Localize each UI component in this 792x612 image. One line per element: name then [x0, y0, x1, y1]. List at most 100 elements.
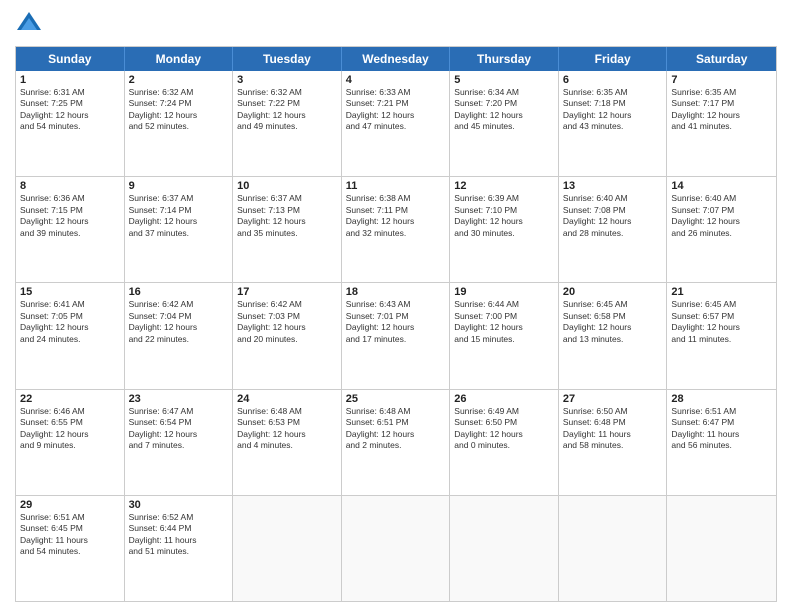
calendar-cell: 23Sunrise: 6:47 AMSunset: 6:54 PMDayligh… — [125, 390, 234, 495]
page: SundayMondayTuesdayWednesdayThursdayFrid… — [0, 0, 792, 612]
calendar-cell: 6Sunrise: 6:35 AMSunset: 7:18 PMDaylight… — [559, 71, 668, 176]
cell-info: Sunrise: 6:50 AMSunset: 6:48 PMDaylight:… — [563, 406, 663, 452]
cell-info: Sunrise: 6:42 AMSunset: 7:03 PMDaylight:… — [237, 299, 337, 345]
cell-info: Sunrise: 6:32 AMSunset: 7:22 PMDaylight:… — [237, 87, 337, 133]
calendar-cell: 22Sunrise: 6:46 AMSunset: 6:55 PMDayligh… — [16, 390, 125, 495]
cell-info: Sunrise: 6:35 AMSunset: 7:17 PMDaylight:… — [671, 87, 772, 133]
calendar-header: SundayMondayTuesdayWednesdayThursdayFrid… — [16, 47, 776, 71]
cell-info: Sunrise: 6:48 AMSunset: 6:51 PMDaylight:… — [346, 406, 446, 452]
cell-info: Sunrise: 6:44 AMSunset: 7:00 PMDaylight:… — [454, 299, 554, 345]
day-number: 28 — [671, 393, 772, 405]
day-number: 14 — [671, 180, 772, 192]
calendar-cell — [342, 496, 451, 601]
day-number: 7 — [671, 74, 772, 86]
logo-icon — [15, 10, 43, 38]
calendar-cell: 5Sunrise: 6:34 AMSunset: 7:20 PMDaylight… — [450, 71, 559, 176]
calendar-cell: 28Sunrise: 6:51 AMSunset: 6:47 PMDayligh… — [667, 390, 776, 495]
day-number: 3 — [237, 74, 337, 86]
weekday-header: Friday — [559, 47, 668, 71]
weekday-header: Monday — [125, 47, 234, 71]
day-number: 19 — [454, 286, 554, 298]
calendar-cell: 21Sunrise: 6:45 AMSunset: 6:57 PMDayligh… — [667, 283, 776, 388]
day-number: 22 — [20, 393, 120, 405]
calendar-row: 1Sunrise: 6:31 AMSunset: 7:25 PMDaylight… — [16, 71, 776, 177]
cell-info: Sunrise: 6:46 AMSunset: 6:55 PMDaylight:… — [20, 406, 120, 452]
cell-info: Sunrise: 6:31 AMSunset: 7:25 PMDaylight:… — [20, 87, 120, 133]
cell-info: Sunrise: 6:52 AMSunset: 6:44 PMDaylight:… — [129, 512, 229, 558]
cell-info: Sunrise: 6:45 AMSunset: 6:58 PMDaylight:… — [563, 299, 663, 345]
weekday-header: Wednesday — [342, 47, 451, 71]
calendar-cell: 2Sunrise: 6:32 AMSunset: 7:24 PMDaylight… — [125, 71, 234, 176]
cell-info: Sunrise: 6:49 AMSunset: 6:50 PMDaylight:… — [454, 406, 554, 452]
day-number: 20 — [563, 286, 663, 298]
cell-info: Sunrise: 6:39 AMSunset: 7:10 PMDaylight:… — [454, 193, 554, 239]
calendar-cell: 20Sunrise: 6:45 AMSunset: 6:58 PMDayligh… — [559, 283, 668, 388]
calendar-cell: 27Sunrise: 6:50 AMSunset: 6:48 PMDayligh… — [559, 390, 668, 495]
calendar-cell: 7Sunrise: 6:35 AMSunset: 7:17 PMDaylight… — [667, 71, 776, 176]
cell-info: Sunrise: 6:42 AMSunset: 7:04 PMDaylight:… — [129, 299, 229, 345]
cell-info: Sunrise: 6:40 AMSunset: 7:07 PMDaylight:… — [671, 193, 772, 239]
calendar-cell: 12Sunrise: 6:39 AMSunset: 7:10 PMDayligh… — [450, 177, 559, 282]
calendar-cell: 1Sunrise: 6:31 AMSunset: 7:25 PMDaylight… — [16, 71, 125, 176]
calendar-cell — [450, 496, 559, 601]
calendar-cell: 25Sunrise: 6:48 AMSunset: 6:51 PMDayligh… — [342, 390, 451, 495]
calendar-cell: 8Sunrise: 6:36 AMSunset: 7:15 PMDaylight… — [16, 177, 125, 282]
day-number: 13 — [563, 180, 663, 192]
day-number: 5 — [454, 74, 554, 86]
calendar-row: 29Sunrise: 6:51 AMSunset: 6:45 PMDayligh… — [16, 496, 776, 601]
day-number: 26 — [454, 393, 554, 405]
calendar-cell: 17Sunrise: 6:42 AMSunset: 7:03 PMDayligh… — [233, 283, 342, 388]
calendar: SundayMondayTuesdayWednesdayThursdayFrid… — [15, 46, 777, 602]
day-number: 30 — [129, 499, 229, 511]
header — [15, 10, 777, 38]
day-number: 18 — [346, 286, 446, 298]
cell-info: Sunrise: 6:34 AMSunset: 7:20 PMDaylight:… — [454, 87, 554, 133]
day-number: 16 — [129, 286, 229, 298]
calendar-cell: 9Sunrise: 6:37 AMSunset: 7:14 PMDaylight… — [125, 177, 234, 282]
cell-info: Sunrise: 6:35 AMSunset: 7:18 PMDaylight:… — [563, 87, 663, 133]
day-number: 17 — [237, 286, 337, 298]
day-number: 23 — [129, 393, 229, 405]
weekday-header: Thursday — [450, 47, 559, 71]
day-number: 10 — [237, 180, 337, 192]
day-number: 12 — [454, 180, 554, 192]
calendar-cell: 24Sunrise: 6:48 AMSunset: 6:53 PMDayligh… — [233, 390, 342, 495]
day-number: 11 — [346, 180, 446, 192]
day-number: 6 — [563, 74, 663, 86]
calendar-cell — [559, 496, 668, 601]
day-number: 27 — [563, 393, 663, 405]
calendar-cell: 16Sunrise: 6:42 AMSunset: 7:04 PMDayligh… — [125, 283, 234, 388]
cell-info: Sunrise: 6:51 AMSunset: 6:45 PMDaylight:… — [20, 512, 120, 558]
calendar-body: 1Sunrise: 6:31 AMSunset: 7:25 PMDaylight… — [16, 71, 776, 601]
cell-info: Sunrise: 6:37 AMSunset: 7:14 PMDaylight:… — [129, 193, 229, 239]
calendar-row: 15Sunrise: 6:41 AMSunset: 7:05 PMDayligh… — [16, 283, 776, 389]
day-number: 1 — [20, 74, 120, 86]
day-number: 4 — [346, 74, 446, 86]
day-number: 2 — [129, 74, 229, 86]
day-number: 24 — [237, 393, 337, 405]
cell-info: Sunrise: 6:48 AMSunset: 6:53 PMDaylight:… — [237, 406, 337, 452]
calendar-cell: 13Sunrise: 6:40 AMSunset: 7:08 PMDayligh… — [559, 177, 668, 282]
calendar-cell: 19Sunrise: 6:44 AMSunset: 7:00 PMDayligh… — [450, 283, 559, 388]
cell-info: Sunrise: 6:37 AMSunset: 7:13 PMDaylight:… — [237, 193, 337, 239]
cell-info: Sunrise: 6:45 AMSunset: 6:57 PMDaylight:… — [671, 299, 772, 345]
cell-info: Sunrise: 6:32 AMSunset: 7:24 PMDaylight:… — [129, 87, 229, 133]
calendar-cell: 14Sunrise: 6:40 AMSunset: 7:07 PMDayligh… — [667, 177, 776, 282]
calendar-cell: 3Sunrise: 6:32 AMSunset: 7:22 PMDaylight… — [233, 71, 342, 176]
calendar-cell — [667, 496, 776, 601]
calendar-cell: 30Sunrise: 6:52 AMSunset: 6:44 PMDayligh… — [125, 496, 234, 601]
calendar-cell: 10Sunrise: 6:37 AMSunset: 7:13 PMDayligh… — [233, 177, 342, 282]
calendar-cell: 4Sunrise: 6:33 AMSunset: 7:21 PMDaylight… — [342, 71, 451, 176]
cell-info: Sunrise: 6:41 AMSunset: 7:05 PMDaylight:… — [20, 299, 120, 345]
cell-info: Sunrise: 6:51 AMSunset: 6:47 PMDaylight:… — [671, 406, 772, 452]
weekday-header: Sunday — [16, 47, 125, 71]
day-number: 25 — [346, 393, 446, 405]
calendar-cell: 18Sunrise: 6:43 AMSunset: 7:01 PMDayligh… — [342, 283, 451, 388]
cell-info: Sunrise: 6:47 AMSunset: 6:54 PMDaylight:… — [129, 406, 229, 452]
day-number: 15 — [20, 286, 120, 298]
cell-info: Sunrise: 6:38 AMSunset: 7:11 PMDaylight:… — [346, 193, 446, 239]
calendar-cell — [233, 496, 342, 601]
day-number: 8 — [20, 180, 120, 192]
logo — [15, 10, 45, 38]
calendar-row: 8Sunrise: 6:36 AMSunset: 7:15 PMDaylight… — [16, 177, 776, 283]
